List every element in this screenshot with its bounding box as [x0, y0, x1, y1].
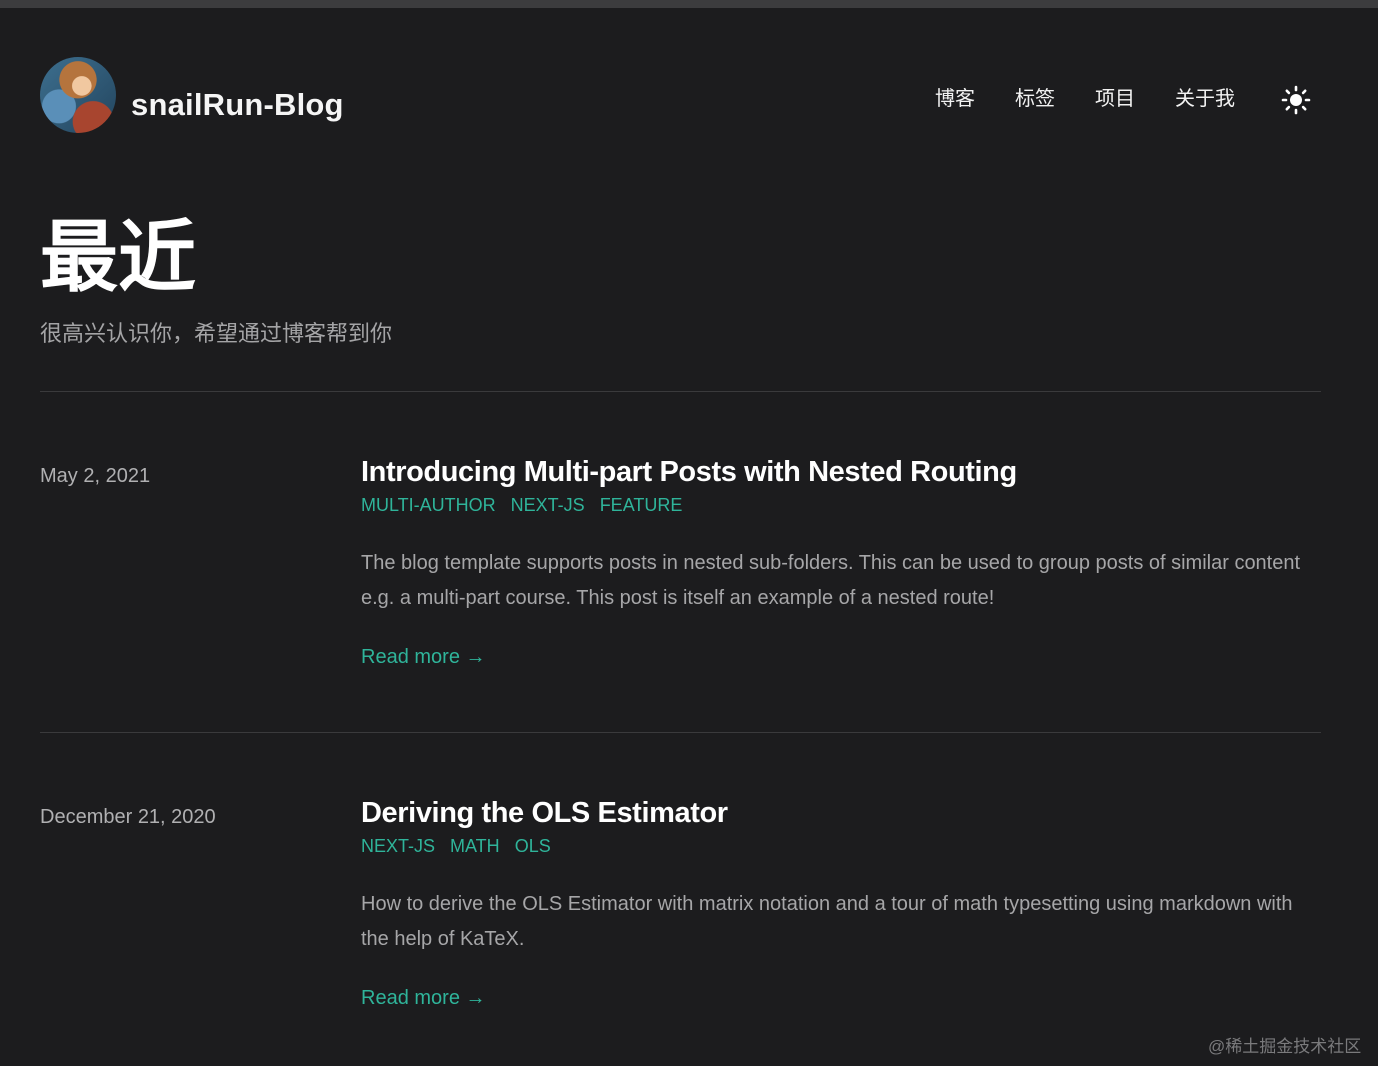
page-subtitle: 很高兴认识你，希望通过博客帮到你 — [40, 321, 393, 346]
sun-icon — [1281, 85, 1311, 115]
post-title-link[interactable]: Introducing Multi-part Posts with Nested… — [361, 453, 1017, 491]
nav-item-tags[interactable]: 标签 — [1015, 83, 1055, 115]
divider — [40, 391, 1321, 392]
nav-item-projects[interactable]: 项目 — [1095, 83, 1135, 115]
watermark: @稀土掘金技术社区 — [1208, 1037, 1362, 1056]
post-excerpt: How to derive the OLS Estimator with mat… — [361, 893, 1293, 950]
tag-link[interactable]: NEXT-JS — [361, 833, 435, 859]
divider — [40, 732, 1321, 733]
nav-item-about[interactable]: 关于我 — [1175, 83, 1235, 115]
tag-link[interactable]: OLS — [515, 833, 551, 859]
nav-item-blog[interactable]: 博客 — [935, 83, 975, 115]
tag-link[interactable]: MULTI-AUTHOR — [361, 492, 496, 518]
post-excerpt: The blog template supports posts in nest… — [361, 552, 1301, 609]
page-title: 最近 — [40, 213, 197, 301]
tag-link[interactable]: FEATURE — [600, 492, 683, 518]
post-tags: NEXT-JS MATH OLS — [361, 833, 566, 859]
post-date: May 2, 2021 — [40, 465, 151, 487]
tag-link[interactable]: NEXT-JS — [511, 492, 585, 518]
read-more-link[interactable]: Read more → — [361, 642, 486, 672]
theme-toggle-button[interactable] — [1280, 84, 1312, 116]
main-nav: 博客 标签 项目 关于我 — [0, 83, 1378, 115]
post-title-link[interactable]: Deriving the OLS Estimator — [361, 794, 728, 832]
post-date: December 21, 2020 — [40, 806, 216, 828]
post-tags: MULTI-AUTHOR NEXT-JS FEATURE — [361, 492, 697, 518]
tag-link[interactable]: MATH — [450, 833, 500, 859]
window-top-strip — [0, 0, 1378, 8]
read-more-link[interactable]: Read more → — [361, 983, 486, 1013]
